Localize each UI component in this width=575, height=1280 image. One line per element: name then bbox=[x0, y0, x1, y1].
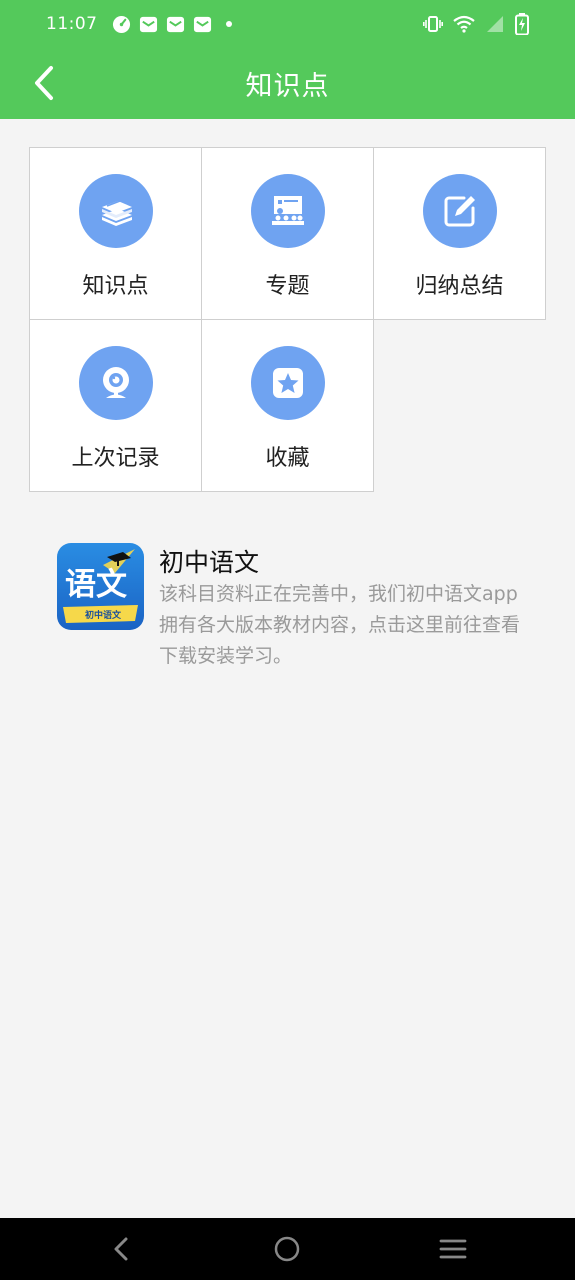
home-circle-icon bbox=[274, 1236, 300, 1262]
edit-note-icon bbox=[444, 196, 475, 227]
system-menu-button[interactable] bbox=[438, 1234, 468, 1264]
menu-item-favorites[interactable]: 收藏 bbox=[201, 319, 374, 492]
nav-bar: 知识点 bbox=[0, 48, 575, 119]
triangle-back-icon bbox=[114, 1237, 128, 1261]
menu-item-label: 收藏 bbox=[265, 446, 310, 471]
menu-item-label: 知识点 bbox=[82, 274, 149, 299]
icon-circle bbox=[79, 346, 153, 420]
chinese-app-logo-icon: 语文 初中语文 bbox=[57, 543, 144, 630]
menu-lines-icon bbox=[439, 1239, 467, 1259]
back-button[interactable] bbox=[24, 62, 64, 104]
webcam-icon bbox=[103, 367, 129, 398]
system-back-button[interactable] bbox=[106, 1234, 136, 1264]
logo-text: 语文 bbox=[65, 567, 127, 603]
system-home-button[interactable] bbox=[272, 1234, 302, 1264]
icon-circle bbox=[79, 174, 153, 248]
status-bar: 11:07 bbox=[0, 0, 575, 48]
menu-item-label: 上次记录 bbox=[71, 446, 160, 471]
menu-item-knowledge[interactable]: 知识点 bbox=[29, 147, 202, 320]
promo-description: 该科目资料正在完善中，我们初中语文app拥有各大版本教材内容，点击这里前往查看下… bbox=[159, 583, 521, 667]
promo-app-card[interactable]: 语文 初中语文 初中语文 该科目资料正在完善中，我们初中语文app拥有各大版本教… bbox=[57, 541, 527, 671]
icon-circle bbox=[423, 174, 497, 248]
mail-notification-icon bbox=[193, 16, 211, 32]
classroom-icon bbox=[272, 196, 304, 225]
battery-charging-icon bbox=[515, 13, 529, 35]
more-notifications-dot bbox=[225, 21, 232, 27]
app-header: 11:07 知识点 bbox=[0, 0, 575, 119]
menu-item-last-record[interactable]: 上次记录 bbox=[29, 319, 202, 492]
books-icon bbox=[102, 200, 132, 226]
icon-circle bbox=[251, 174, 325, 248]
star-icon bbox=[273, 368, 303, 398]
menu-item-summary[interactable]: 归纳总结 bbox=[373, 147, 546, 320]
menu-item-label: 专题 bbox=[265, 274, 310, 299]
wifi-icon bbox=[453, 15, 475, 33]
speed-notification-icon bbox=[112, 15, 130, 33]
logo-subtext: 初中语文 bbox=[85, 609, 122, 621]
status-right bbox=[423, 13, 529, 35]
page-title: 知识点 bbox=[245, 71, 330, 102]
menu-item-label: 归纳总结 bbox=[415, 274, 504, 299]
mail-notification-icon bbox=[166, 16, 184, 32]
system-nav-bar bbox=[0, 1218, 575, 1280]
menu-item-topics[interactable]: 专题 bbox=[201, 147, 374, 320]
chevron-left-icon bbox=[35, 66, 53, 100]
promo-title: 初中语文 bbox=[159, 548, 260, 577]
vibrate-icon bbox=[423, 16, 443, 32]
status-left: 11:07 bbox=[46, 14, 232, 34]
status-time: 11:07 bbox=[46, 14, 98, 34]
signal-icon bbox=[487, 16, 503, 32]
icon-circle bbox=[251, 346, 325, 420]
mail-notification-icon bbox=[139, 16, 157, 32]
menu-grid: 知识点 专题 归纳总结 上次记录 收藏 bbox=[29, 147, 547, 493]
app-logo: 语文 初中语文 bbox=[57, 543, 144, 630]
